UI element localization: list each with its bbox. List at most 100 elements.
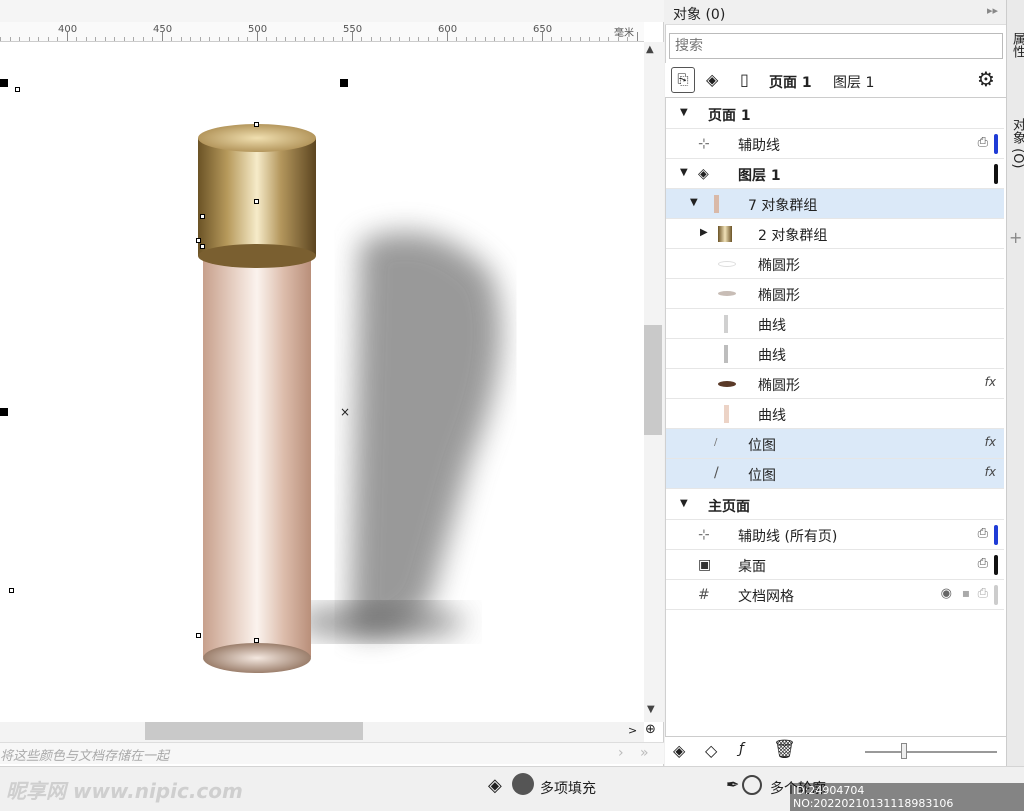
tree-row-document-grid[interactable]: # 文档网格 ◉ ▪ ⎙: [666, 580, 1004, 610]
node-handle[interactable]: [196, 633, 201, 638]
horizontal-scroll-thumb[interactable]: [145, 722, 363, 740]
tab-properties[interactable]: 属性: [1008, 32, 1024, 58]
selection-handle[interactable]: [0, 79, 8, 87]
bitmap-thumb-icon: /: [714, 465, 719, 481]
artwork[interactable]: [0, 42, 644, 722]
object-thumb-icon: [718, 261, 736, 267]
cap-rim[interactable]: [198, 244, 316, 268]
tree-row-curve[interactable]: 曲线: [666, 399, 1004, 429]
node-handle[interactable]: [200, 244, 205, 249]
print-icon[interactable]: ⎙: [978, 556, 988, 571]
cap-body[interactable]: [198, 138, 316, 256]
tree-row-group-2[interactable]: ▶ 2 对象群组: [666, 219, 1004, 249]
docker-expand-icon[interactable]: ▸▸: [987, 4, 998, 17]
horizontal-ruler[interactable]: 400 450 500 550 600 650 毫米: [0, 22, 644, 42]
ruler-label: 500: [248, 24, 268, 35]
new-master-layer-icon[interactable]: ◇: [705, 741, 717, 760]
selection-handle[interactable]: [340, 79, 348, 87]
page-icon[interactable]: ⎘: [671, 67, 695, 93]
guide-icon: ⊹: [698, 527, 710, 543]
tube-body[interactable]: [203, 242, 311, 657]
object-thumb-icon: [718, 381, 736, 387]
collapse-arrow-icon[interactable]: ▼: [680, 498, 688, 509]
ground-shadow[interactable]: [295, 604, 465, 640]
tree-row-desktop[interactable]: ▣ 桌面 ⎙: [666, 550, 1004, 580]
tree-row-guides[interactable]: ⊹ 辅助线 ⎙: [666, 129, 1004, 159]
tree-row-layer[interactable]: ▼ ◈ 图层 1: [666, 159, 1004, 189]
effect-icon[interactable]: fx: [985, 465, 996, 479]
node-handle[interactable]: [200, 214, 205, 219]
scroll-down-icon[interactable]: ▼: [647, 704, 655, 715]
zoom-icon[interactable]: ⊕: [645, 722, 656, 737]
ruler-tick: [541, 32, 543, 41]
node-handle[interactable]: [254, 199, 259, 204]
scroll-right-icon[interactable]: >: [628, 724, 637, 737]
zoom-slider-thumb[interactable]: [901, 743, 907, 759]
new-effect-icon[interactable]: ƒ: [739, 741, 744, 757]
ruler-label: 600: [438, 24, 458, 35]
tree-row-label: 辅助线 (所有页): [738, 529, 838, 545]
tube-bottom[interactable]: [203, 643, 311, 673]
ruler-tick: [636, 32, 638, 41]
layers-icon[interactable]: ◈: [706, 70, 718, 89]
node-handle[interactable]: [196, 238, 201, 243]
effect-icon[interactable]: fx: [985, 435, 996, 449]
color-hint-text: 将这些颜色与文档存储在一起: [0, 749, 170, 764]
collapse-arrow-icon[interactable]: ▼: [690, 197, 698, 208]
gear-icon[interactable]: ⚙: [977, 67, 995, 91]
print-icon[interactable]: ⎙: [978, 526, 988, 541]
tree-row-curve[interactable]: 曲线: [666, 309, 1004, 339]
print-icon[interactable]: ⎙: [978, 135, 988, 150]
tree-row-bitmap[interactable]: / 位图 fx: [666, 429, 1004, 459]
selection-handle[interactable]: [0, 408, 8, 416]
zoom-slider-track[interactable]: [865, 751, 997, 753]
document-icon[interactable]: ▯: [740, 70, 749, 89]
expand-arrow-icon[interactable]: ▶: [700, 227, 708, 238]
vertical-scroll-thumb[interactable]: [644, 325, 662, 435]
tree-row-label: 曲线: [758, 348, 786, 364]
tree-row-bitmap[interactable]: / 位图 fx: [666, 459, 1004, 489]
tree-row-guides-all[interactable]: ⊹ 辅助线 (所有页) ⎙: [666, 520, 1004, 550]
layers-icon: ◈: [698, 166, 709, 182]
hint-scroll-right-icon[interactable]: ›: [618, 745, 624, 761]
fill-icon[interactable]: ◈: [488, 775, 502, 796]
collapse-arrow-icon[interactable]: ▼: [680, 107, 688, 118]
color-bar: [994, 585, 998, 605]
collapse-arrow-icon[interactable]: ▼: [680, 167, 688, 178]
outline-icon[interactable]: ✒: [726, 775, 739, 794]
tree-row-ellipse[interactable]: 椭圆形: [666, 279, 1004, 309]
tree-row-group-7[interactable]: ▼ 7 对象群组: [666, 189, 1004, 219]
hint-scroll-end-icon[interactable]: »: [640, 745, 649, 761]
lock-icon[interactable]: ▪: [962, 586, 970, 600]
scroll-up-icon[interactable]: ▲: [646, 44, 654, 55]
fill-label[interactable]: 多项填充: [540, 778, 596, 798]
center-mark-icon[interactable]: ×: [340, 405, 350, 419]
tree-row-curve[interactable]: 曲线: [666, 339, 1004, 369]
delete-icon[interactable]: 🗑: [773, 739, 796, 760]
current-page-label[interactable]: 页面 1: [769, 72, 812, 92]
shadow-shape[interactable]: [350, 232, 502, 634]
tree-row-ellipse[interactable]: 椭圆形: [666, 249, 1004, 279]
tree-row-master-page[interactable]: ▼ 主页面: [666, 490, 1004, 520]
node-handle[interactable]: [9, 588, 14, 593]
status-bar: 昵享网 www.nipic.com ◈ 多项填充 ✒ 多个轮廓 ID:24904…: [0, 766, 1024, 811]
tree-row-page[interactable]: ▼ 页面 1: [666, 99, 1004, 129]
cap-top[interactable]: [198, 124, 316, 152]
ruler-tick: [161, 32, 163, 41]
outline-swatch-icon[interactable]: [742, 775, 762, 795]
current-layer-label[interactable]: 图层 1: [833, 72, 874, 92]
tab-objects[interactable]: 对象 (O): [1008, 118, 1024, 169]
print-icon[interactable]: ⎙: [978, 586, 988, 601]
tree-row-label: 曲线: [758, 318, 786, 334]
eye-icon[interactable]: ◉: [941, 586, 952, 601]
new-layer-icon[interactable]: ◈: [673, 741, 685, 760]
add-tab-icon[interactable]: +: [1009, 228, 1022, 247]
fill-swatch-icon[interactable]: [512, 773, 534, 795]
object-search-input[interactable]: [669, 33, 1003, 59]
node-handle[interactable]: [15, 87, 20, 92]
tree-row-ellipse[interactable]: 椭圆形 fx: [666, 369, 1004, 399]
node-handle[interactable]: [254, 122, 259, 127]
docker-title-bar: 对象 (0) ▸▸: [665, 0, 1006, 25]
effect-icon[interactable]: fx: [985, 375, 996, 389]
node-handle[interactable]: [254, 638, 259, 643]
